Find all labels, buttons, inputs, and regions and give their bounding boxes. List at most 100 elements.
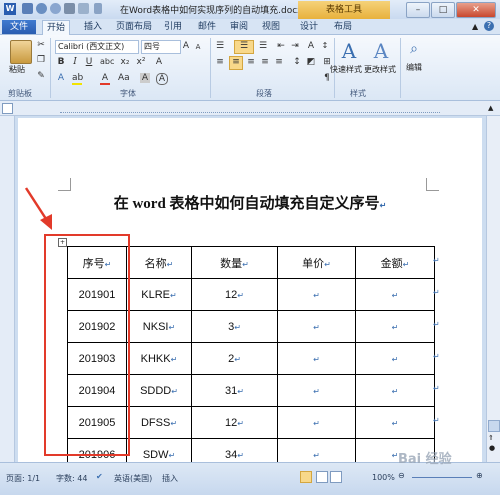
redo-icon[interactable]: [50, 3, 61, 14]
tab-layout[interactable]: 布局: [330, 20, 356, 34]
table-cell[interactable]: ↵: [277, 278, 356, 311]
status-words[interactable]: 字数: 44: [56, 473, 87, 484]
line-spacing-icon[interactable]: ↕: [292, 57, 302, 67]
tab-review[interactable]: 审阅: [226, 20, 252, 34]
strikethrough-icon[interactable]: abc: [100, 57, 114, 67]
enclosed-char-icon[interactable]: A: [156, 73, 168, 85]
scroll-up-arrow-icon[interactable]: ▲: [488, 104, 493, 112]
align-center-icon[interactable]: ≡: [229, 56, 243, 70]
table-cell[interactable]: ↵: [277, 406, 356, 439]
browse-object-icon[interactable]: ●: [489, 444, 495, 452]
multilevel-list-icon[interactable]: ☰: [258, 41, 268, 51]
minimize-button[interactable]: –: [406, 2, 430, 18]
change-case-icon[interactable]: Aa: [118, 73, 130, 83]
save-icon[interactable]: [22, 3, 33, 14]
tab-file[interactable]: 文件: [2, 20, 36, 34]
copy-icon[interactable]: ❐: [36, 55, 46, 65]
quick-styles-icon[interactable]: A: [338, 40, 360, 62]
zoom-in-icon[interactable]: ⊕: [476, 471, 483, 480]
table-cell[interactable]: ↵: [355, 406, 435, 439]
align-left-icon[interactable]: ≡: [215, 57, 225, 67]
help-icon[interactable]: ?: [484, 21, 494, 31]
table-cell[interactable]: ↵: [355, 278, 435, 311]
maximize-button[interactable]: □: [431, 2, 455, 18]
table-cell[interactable]: ↵: [355, 310, 435, 343]
table-cell[interactable]: 3↵: [191, 310, 278, 343]
tab-design[interactable]: 设计: [296, 20, 322, 34]
tab-references[interactable]: 引用: [160, 20, 186, 34]
table-cell[interactable]: NKSI↵: [126, 310, 192, 343]
vertical-ruler[interactable]: [0, 116, 15, 462]
zoom-slider[interactable]: [412, 477, 472, 478]
table-header-cell[interactable]: 单价↵: [277, 246, 356, 279]
tab-insert[interactable]: 插入: [80, 20, 106, 34]
grow-font-icon[interactable]: A: [181, 41, 191, 51]
table-cell[interactable]: 12↵: [191, 278, 278, 311]
tab-home[interactable]: 开始: [42, 20, 71, 35]
status-mode[interactable]: 插入: [162, 473, 178, 484]
subscript-icon[interactable]: x₂: [120, 57, 130, 67]
change-styles-label[interactable]: 更改样式: [364, 64, 396, 75]
align-right-icon[interactable]: ≡: [246, 57, 256, 67]
cut-icon[interactable]: ✂: [36, 40, 46, 50]
highlight-icon[interactable]: ab: [72, 73, 83, 85]
table-header-cell[interactable]: 金额↵: [355, 246, 435, 279]
vertical-scrollbar[interactable]: [486, 116, 500, 462]
tab-mailings[interactable]: 邮件: [194, 20, 220, 34]
prev-page-icon[interactable]: ⇑: [488, 434, 494, 442]
table-cell[interactable]: 31↵: [191, 374, 278, 407]
close-button[interactable]: ✕: [456, 2, 496, 18]
italic-icon[interactable]: I: [70, 57, 80, 67]
bullets-icon[interactable]: ☰: [215, 41, 225, 51]
table-cell[interactable]: DFSS↵: [126, 406, 192, 439]
increase-indent-icon[interactable]: ⇥: [290, 41, 300, 51]
font-size-combo[interactable]: 四号: [141, 40, 181, 54]
table-cell[interactable]: ↵: [355, 342, 435, 375]
distributed-icon[interactable]: ≡: [274, 57, 284, 67]
clear-format-icon[interactable]: A: [154, 57, 164, 67]
proofing-icon[interactable]: ✔: [96, 472, 103, 481]
sort-icon[interactable]: ↕: [320, 41, 330, 51]
web-view-icon[interactable]: [330, 471, 342, 483]
format-painter-icon[interactable]: ✎: [36, 71, 46, 81]
preview-icon[interactable]: [78, 3, 89, 14]
table-cell[interactable]: KLRE↵: [126, 278, 192, 311]
font-name-combo[interactable]: Calibri (西文正文): [55, 40, 139, 54]
word-app-icon[interactable]: W: [4, 3, 16, 15]
bold-icon[interactable]: B: [56, 57, 66, 67]
table-cell[interactable]: ↵: [277, 342, 356, 375]
decrease-indent-icon[interactable]: ⇤: [276, 41, 286, 51]
underline-icon[interactable]: U: [84, 57, 94, 67]
superscript-icon[interactable]: x²: [136, 57, 146, 67]
status-zoom[interactable]: 100%: [372, 473, 395, 482]
paste-button-label[interactable]: 粘贴: [9, 64, 25, 75]
table-header-cell[interactable]: 名称↵: [126, 246, 192, 279]
justify-icon[interactable]: ≡: [260, 57, 270, 67]
table-cell[interactable]: ↵: [277, 310, 356, 343]
font-color-icon[interactable]: A: [100, 73, 110, 85]
editing-label[interactable]: 编辑: [406, 62, 422, 73]
print-layout-view-icon[interactable]: [300, 471, 312, 483]
full-screen-view-icon[interactable]: [316, 471, 328, 483]
numbering-icon[interactable]: ☰: [234, 40, 254, 54]
scroll-thumb[interactable]: [488, 420, 500, 432]
text-effects-icon[interactable]: A: [56, 73, 66, 83]
status-page[interactable]: 页面: 1/1: [6, 473, 40, 484]
change-styles-icon[interactable]: A: [370, 40, 392, 62]
table-cell[interactable]: KHKK↵: [126, 342, 192, 375]
paste-icon[interactable]: [10, 40, 32, 64]
table-cell[interactable]: ↵: [277, 374, 356, 407]
table-cell[interactable]: 2↵: [191, 342, 278, 375]
tab-view[interactable]: 视图: [258, 20, 284, 34]
zoom-out-icon[interactable]: ⊖: [398, 471, 405, 480]
shading-icon[interactable]: ◩: [306, 57, 316, 67]
chinese-layout-icon[interactable]: A: [306, 41, 316, 51]
table-header-cell[interactable]: 数量↵: [191, 246, 278, 279]
shrink-font-icon[interactable]: A: [193, 42, 203, 52]
print-icon[interactable]: [64, 3, 75, 14]
tab-page-layout[interactable]: 页面布局: [112, 20, 156, 34]
document-heading[interactable]: 在 word 表格中如何自动填充自定义序号↵: [60, 192, 440, 213]
table-cell[interactable]: 12↵: [191, 406, 278, 439]
minimize-ribbon-icon[interactable]: ▲: [472, 22, 478, 31]
table-cell[interactable]: ↵: [355, 374, 435, 407]
